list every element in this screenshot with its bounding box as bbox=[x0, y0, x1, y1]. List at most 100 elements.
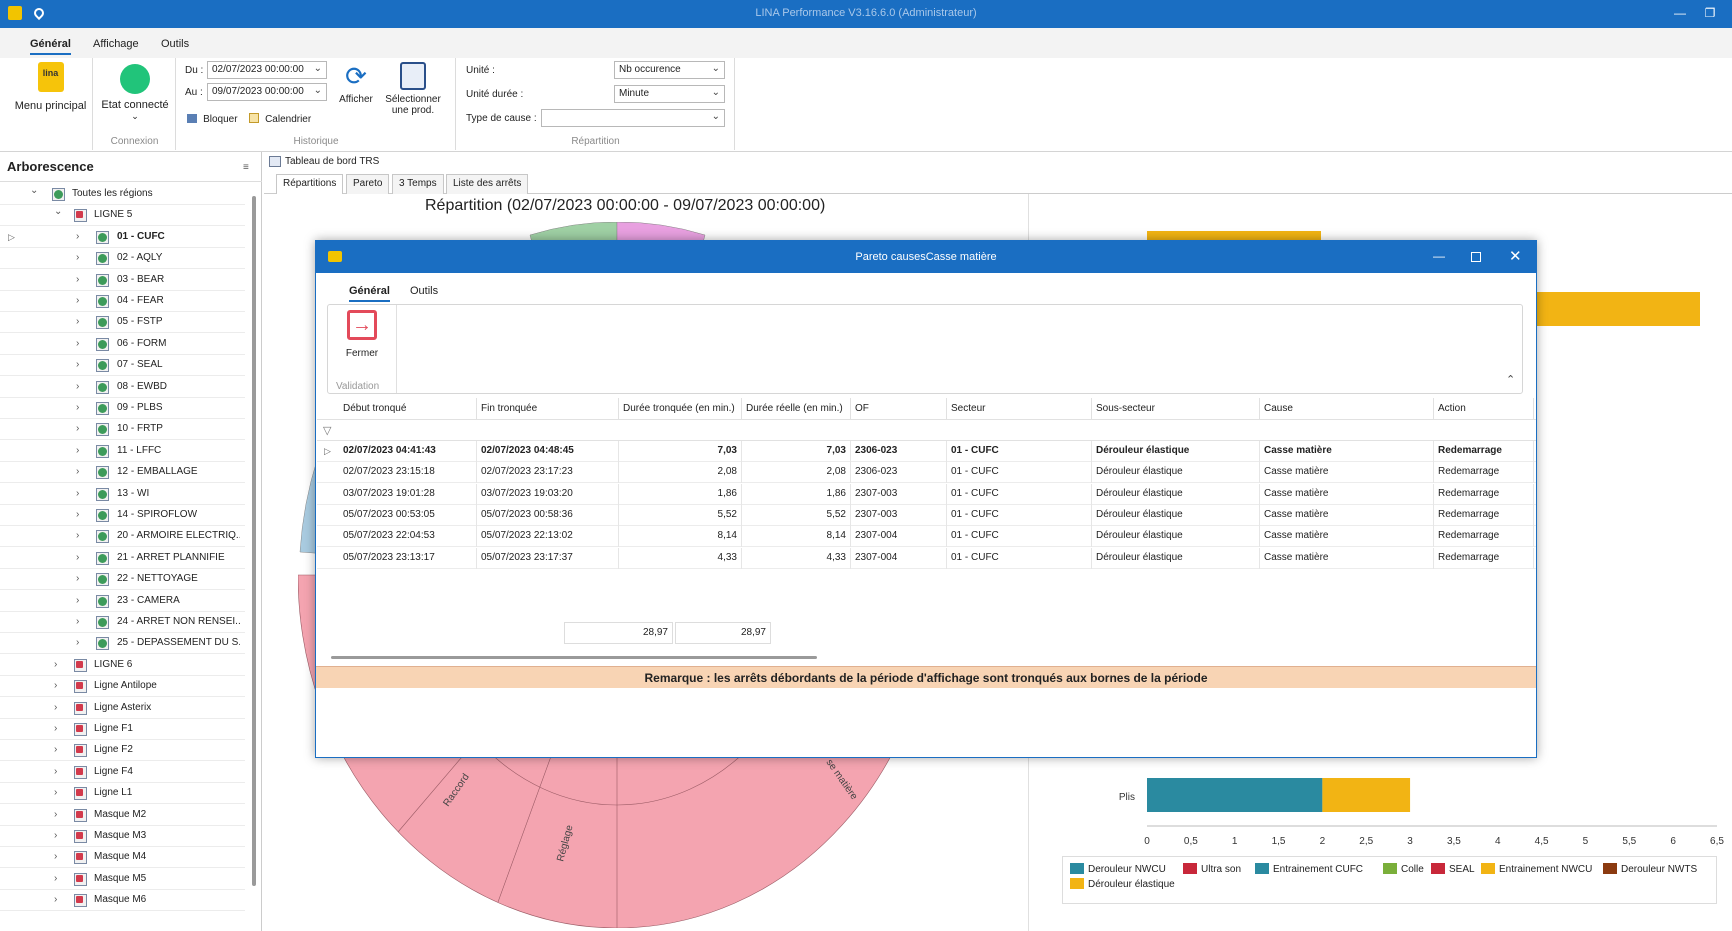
chevron-right-icon[interactable]: › bbox=[76, 274, 79, 285]
unite-duree-select[interactable]: Minute ⌄ bbox=[614, 85, 725, 103]
tree-item-line[interactable]: › Masque M4 bbox=[0, 847, 245, 869]
minimize-icon[interactable]: — bbox=[1670, 6, 1690, 22]
tree-item-machine[interactable]: › 24 - ARRET NON RENSEI... bbox=[0, 612, 245, 633]
filter-icon[interactable]: ▽ bbox=[323, 424, 331, 437]
menu-tab-affichage[interactable]: Affichage bbox=[93, 38, 139, 50]
tree-item-line[interactable]: › Masque M5 bbox=[0, 869, 245, 890]
pin-icon[interactable]: ≡ bbox=[243, 162, 249, 173]
tree-item-line[interactable]: › Masque M6 bbox=[0, 890, 245, 912]
chevron-right-icon[interactable]: › bbox=[54, 744, 57, 755]
chevron-right-icon[interactable]: › bbox=[76, 509, 79, 520]
tree-item-line[interactable]: › LIGNE 6 bbox=[0, 655, 245, 676]
unite-select[interactable]: Nb occurence ⌄ bbox=[614, 61, 725, 79]
column-header-secteur[interactable]: Secteur bbox=[947, 398, 1092, 420]
chevron-right-icon[interactable]: › bbox=[76, 466, 79, 477]
calendrier-button[interactable]: Calendrier bbox=[249, 113, 324, 129]
chevron-right-icon[interactable]: › bbox=[76, 423, 79, 434]
tab-repartitions[interactable]: Répartitions bbox=[276, 174, 344, 194]
tree-item-machine[interactable]: › 10 - FRTP bbox=[0, 419, 245, 441]
chevron-right-icon[interactable]: › bbox=[54, 680, 57, 691]
chevron-right-icon[interactable]: › bbox=[76, 295, 79, 306]
tree-item-machine[interactable]: › 02 - AQLY bbox=[0, 248, 245, 270]
table-row[interactable]: 05/07/2023 23:13:17 05/07/2023 23:17:37 4,… bbox=[317, 547, 1536, 569]
table-row[interactable]: ▷ 02/07/2023 04:41:43 02/07/2023 04:48:45 7… bbox=[317, 441, 1536, 462]
chevron-down-icon[interactable]: ⌄ bbox=[30, 185, 38, 196]
table-row[interactable]: 02/07/2023 23:15:18 02/07/2023 23:17:23 2,… bbox=[317, 462, 1536, 484]
dialog-minimize-icon[interactable]: — bbox=[1433, 249, 1445, 263]
chevron-right-icon[interactable]: › bbox=[54, 830, 57, 841]
chevron-right-icon[interactable]: › bbox=[76, 530, 79, 541]
column-header-sous-secteur[interactable]: Sous-secteur bbox=[1092, 398, 1260, 420]
tree-item-machine[interactable]: › 01 - CUFC ▷ bbox=[0, 227, 245, 248]
column-header-duree-tronquee[interactable]: Durée tronquée (en min.) bbox=[619, 398, 742, 420]
tab-3-temps[interactable]: 3 Temps bbox=[392, 174, 444, 194]
chevron-right-icon[interactable]: › bbox=[54, 659, 57, 670]
tree-item-machine[interactable]: › 21 - ARRET PLANNIFIE bbox=[0, 548, 245, 569]
tree-item-line[interactable]: › Ligne L1 bbox=[0, 783, 245, 805]
dialog-close-icon[interactable]: ✕ bbox=[1509, 247, 1522, 265]
dialog-maximize-icon[interactable] bbox=[1471, 252, 1481, 262]
tree-item-line[interactable]: › Ligne Asterix bbox=[0, 698, 245, 719]
tree-item-line[interactable]: › Ligne Antilope bbox=[0, 676, 245, 698]
tree-item-machine[interactable]: › 20 - ARMOIRE ELECTRIQ... bbox=[0, 526, 245, 548]
tab-liste-arrets[interactable]: Liste des arrêts bbox=[446, 174, 529, 194]
tree-item-line[interactable]: › Ligne F2 bbox=[0, 740, 245, 762]
chevron-right-icon[interactable]: › bbox=[76, 595, 79, 606]
chevron-right-icon[interactable]: › bbox=[54, 787, 57, 798]
column-header-debut-tronque[interactable]: Début tronqué bbox=[339, 398, 477, 420]
tree-item-machine[interactable]: › 13 - WI bbox=[0, 484, 245, 505]
horizontal-scrollbar[interactable] bbox=[331, 656, 817, 659]
dialog-tab-general[interactable]: Général bbox=[349, 285, 390, 302]
tree-item-machine[interactable]: › 22 - NETTOYAGE bbox=[0, 569, 245, 591]
tree-item-machine[interactable]: › 25 - DEPASSEMENT DU S... bbox=[0, 633, 245, 655]
column-header-cause[interactable]: Cause bbox=[1260, 398, 1434, 420]
tree-item-line[interactable]: › Ligne F1 bbox=[0, 719, 245, 740]
chevron-right-icon[interactable]: › bbox=[76, 637, 79, 648]
chevron-right-icon[interactable]: › bbox=[54, 873, 57, 884]
tree-item-machine[interactable]: › 04 - FEAR bbox=[0, 291, 245, 312]
tree-item-machine[interactable]: › 14 - SPIROFLOW bbox=[0, 505, 245, 526]
chevron-right-icon[interactable]: › bbox=[76, 252, 79, 263]
column-header-action[interactable]: Action bbox=[1434, 398, 1534, 420]
chevron-right-icon[interactable]: › bbox=[54, 702, 57, 713]
au-date-picker[interactable]: 09/07/2023 00:00:00 ⌄ bbox=[207, 83, 327, 101]
chevron-right-icon[interactable]: › bbox=[76, 338, 79, 349]
tree-item-machine[interactable]: › 05 - FSTP bbox=[0, 312, 245, 334]
table-row[interactable]: 05/07/2023 22:04:53 05/07/2023 22:13:02 8,… bbox=[317, 526, 1536, 548]
tree-item-root[interactable]: ⌄ Toutes les régions bbox=[0, 184, 245, 205]
chevron-right-icon[interactable]: › bbox=[76, 231, 79, 242]
tree-item-line[interactable]: › Masque M3 bbox=[0, 826, 245, 847]
etat-connecte-button[interactable]: Etat connecté ⌄ bbox=[94, 64, 176, 122]
column-header-fin-tronquee[interactable]: Fin tronquée bbox=[477, 398, 619, 420]
tree-item-machine[interactable]: › 03 - BEAR bbox=[0, 270, 245, 291]
tree-item-machine[interactable]: › 08 - EWBD bbox=[0, 377, 245, 398]
tree-item-machine[interactable]: › 23 - CAMERA bbox=[0, 591, 245, 612]
tree-item-machine[interactable]: › 06 - FORM bbox=[0, 334, 245, 355]
chevron-right-icon[interactable]: › bbox=[76, 316, 79, 327]
chevron-right-icon[interactable]: › bbox=[76, 381, 79, 392]
tab-pareto[interactable]: Pareto bbox=[346, 174, 390, 194]
chevron-right-icon[interactable]: › bbox=[76, 573, 79, 584]
tree-item-machine[interactable]: › 07 - SEAL bbox=[0, 355, 245, 377]
tree-scrollbar[interactable] bbox=[252, 196, 256, 886]
chevron-right-icon[interactable]: › bbox=[76, 402, 79, 413]
chevron-right-icon[interactable]: › bbox=[76, 552, 79, 563]
tree-item-machine[interactable]: › 12 - EMBALLAGE bbox=[0, 462, 245, 484]
tree-item-machine[interactable]: › 09 - PLBS bbox=[0, 398, 245, 419]
tree-item-ligne5[interactable]: ⌄ LIGNE 5 bbox=[0, 205, 245, 227]
tree-item-machine[interactable]: › 11 - LFFC bbox=[0, 441, 245, 462]
dialog-tab-outils[interactable]: Outils bbox=[410, 285, 438, 297]
chevron-right-icon[interactable]: › bbox=[76, 445, 79, 456]
chevron-right-icon[interactable]: › bbox=[76, 616, 79, 627]
menu-principal-button[interactable]: lina Menu principal bbox=[8, 62, 93, 112]
chevron-right-icon[interactable]: › bbox=[54, 809, 57, 820]
column-header-of[interactable]: OF bbox=[851, 398, 947, 420]
afficher-button[interactable]: ⟳ Afficher bbox=[332, 62, 380, 105]
chevron-right-icon[interactable]: › bbox=[54, 894, 57, 905]
fermer-button[interactable]: → Fermer bbox=[332, 307, 392, 367]
restore-icon[interactable]: ❐ bbox=[1700, 6, 1720, 22]
chevron-down-icon[interactable]: ⌄ bbox=[54, 206, 62, 217]
table-row[interactable]: 03/07/2023 19:01:28 03/07/2023 19:03:20 1,… bbox=[317, 483, 1536, 505]
tree-item-line[interactable]: › Masque M2 bbox=[0, 805, 245, 826]
tree-item-line[interactable]: › Ligne F4 bbox=[0, 762, 245, 783]
